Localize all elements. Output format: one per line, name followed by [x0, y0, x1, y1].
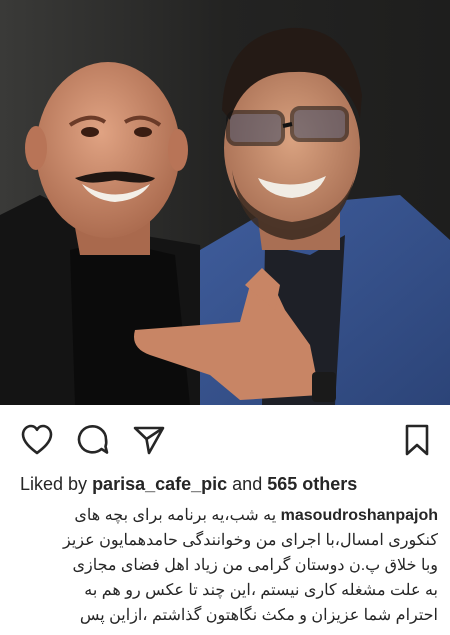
liked-by-and: and: [232, 474, 263, 494]
share-button[interactable]: [132, 423, 166, 457]
comment-button[interactable]: [76, 423, 110, 457]
post-action-bar: [0, 415, 450, 461]
paper-plane-icon: [133, 426, 165, 455]
caption-line-5: احترام شما عزیزان و مکث نگاهتون گذاشتم ،…: [79, 607, 438, 624]
bookmark-icon: [405, 424, 429, 456]
caption-line-4: به علت مشغله کاری نیستم ،این چند تا عکس …: [84, 582, 438, 599]
liked-by-count[interactable]: 565 others: [267, 474, 357, 494]
save-button[interactable]: [400, 423, 434, 457]
instagram-post: Liked by parisa_cafe_pic and 565 others …: [0, 0, 450, 635]
caption-text: یه شب،یه برنامه برای بچه های: [74, 507, 277, 524]
caption-line-1: masoudroshanpajoh یه شب،یه برنامه برای ب…: [12, 503, 438, 528]
caption-line-3: وبا خلاق پ.ن دوستان گرامی من زیاد اهل فض…: [72, 557, 438, 574]
like-button[interactable]: [20, 423, 54, 457]
post-photo[interactable]: [0, 0, 450, 405]
comment-icon: [77, 425, 109, 454]
post-photo-image: [0, 0, 450, 405]
heart-icon: [21, 424, 53, 455]
likes-summary[interactable]: Liked by parisa_cafe_pic and 565 others: [20, 473, 440, 495]
caption-username[interactable]: masoudroshanpajoh: [281, 507, 438, 524]
liked-by-prefix: Liked by: [20, 474, 88, 494]
liked-by-username[interactable]: parisa_cafe_pic: [92, 474, 227, 494]
caption-line-2: کنکوری امسال،با اجرای من وخوانندگی حامده…: [62, 532, 438, 549]
post-caption: masoudroshanpajoh یه شب،یه برنامه برای ب…: [12, 503, 438, 628]
